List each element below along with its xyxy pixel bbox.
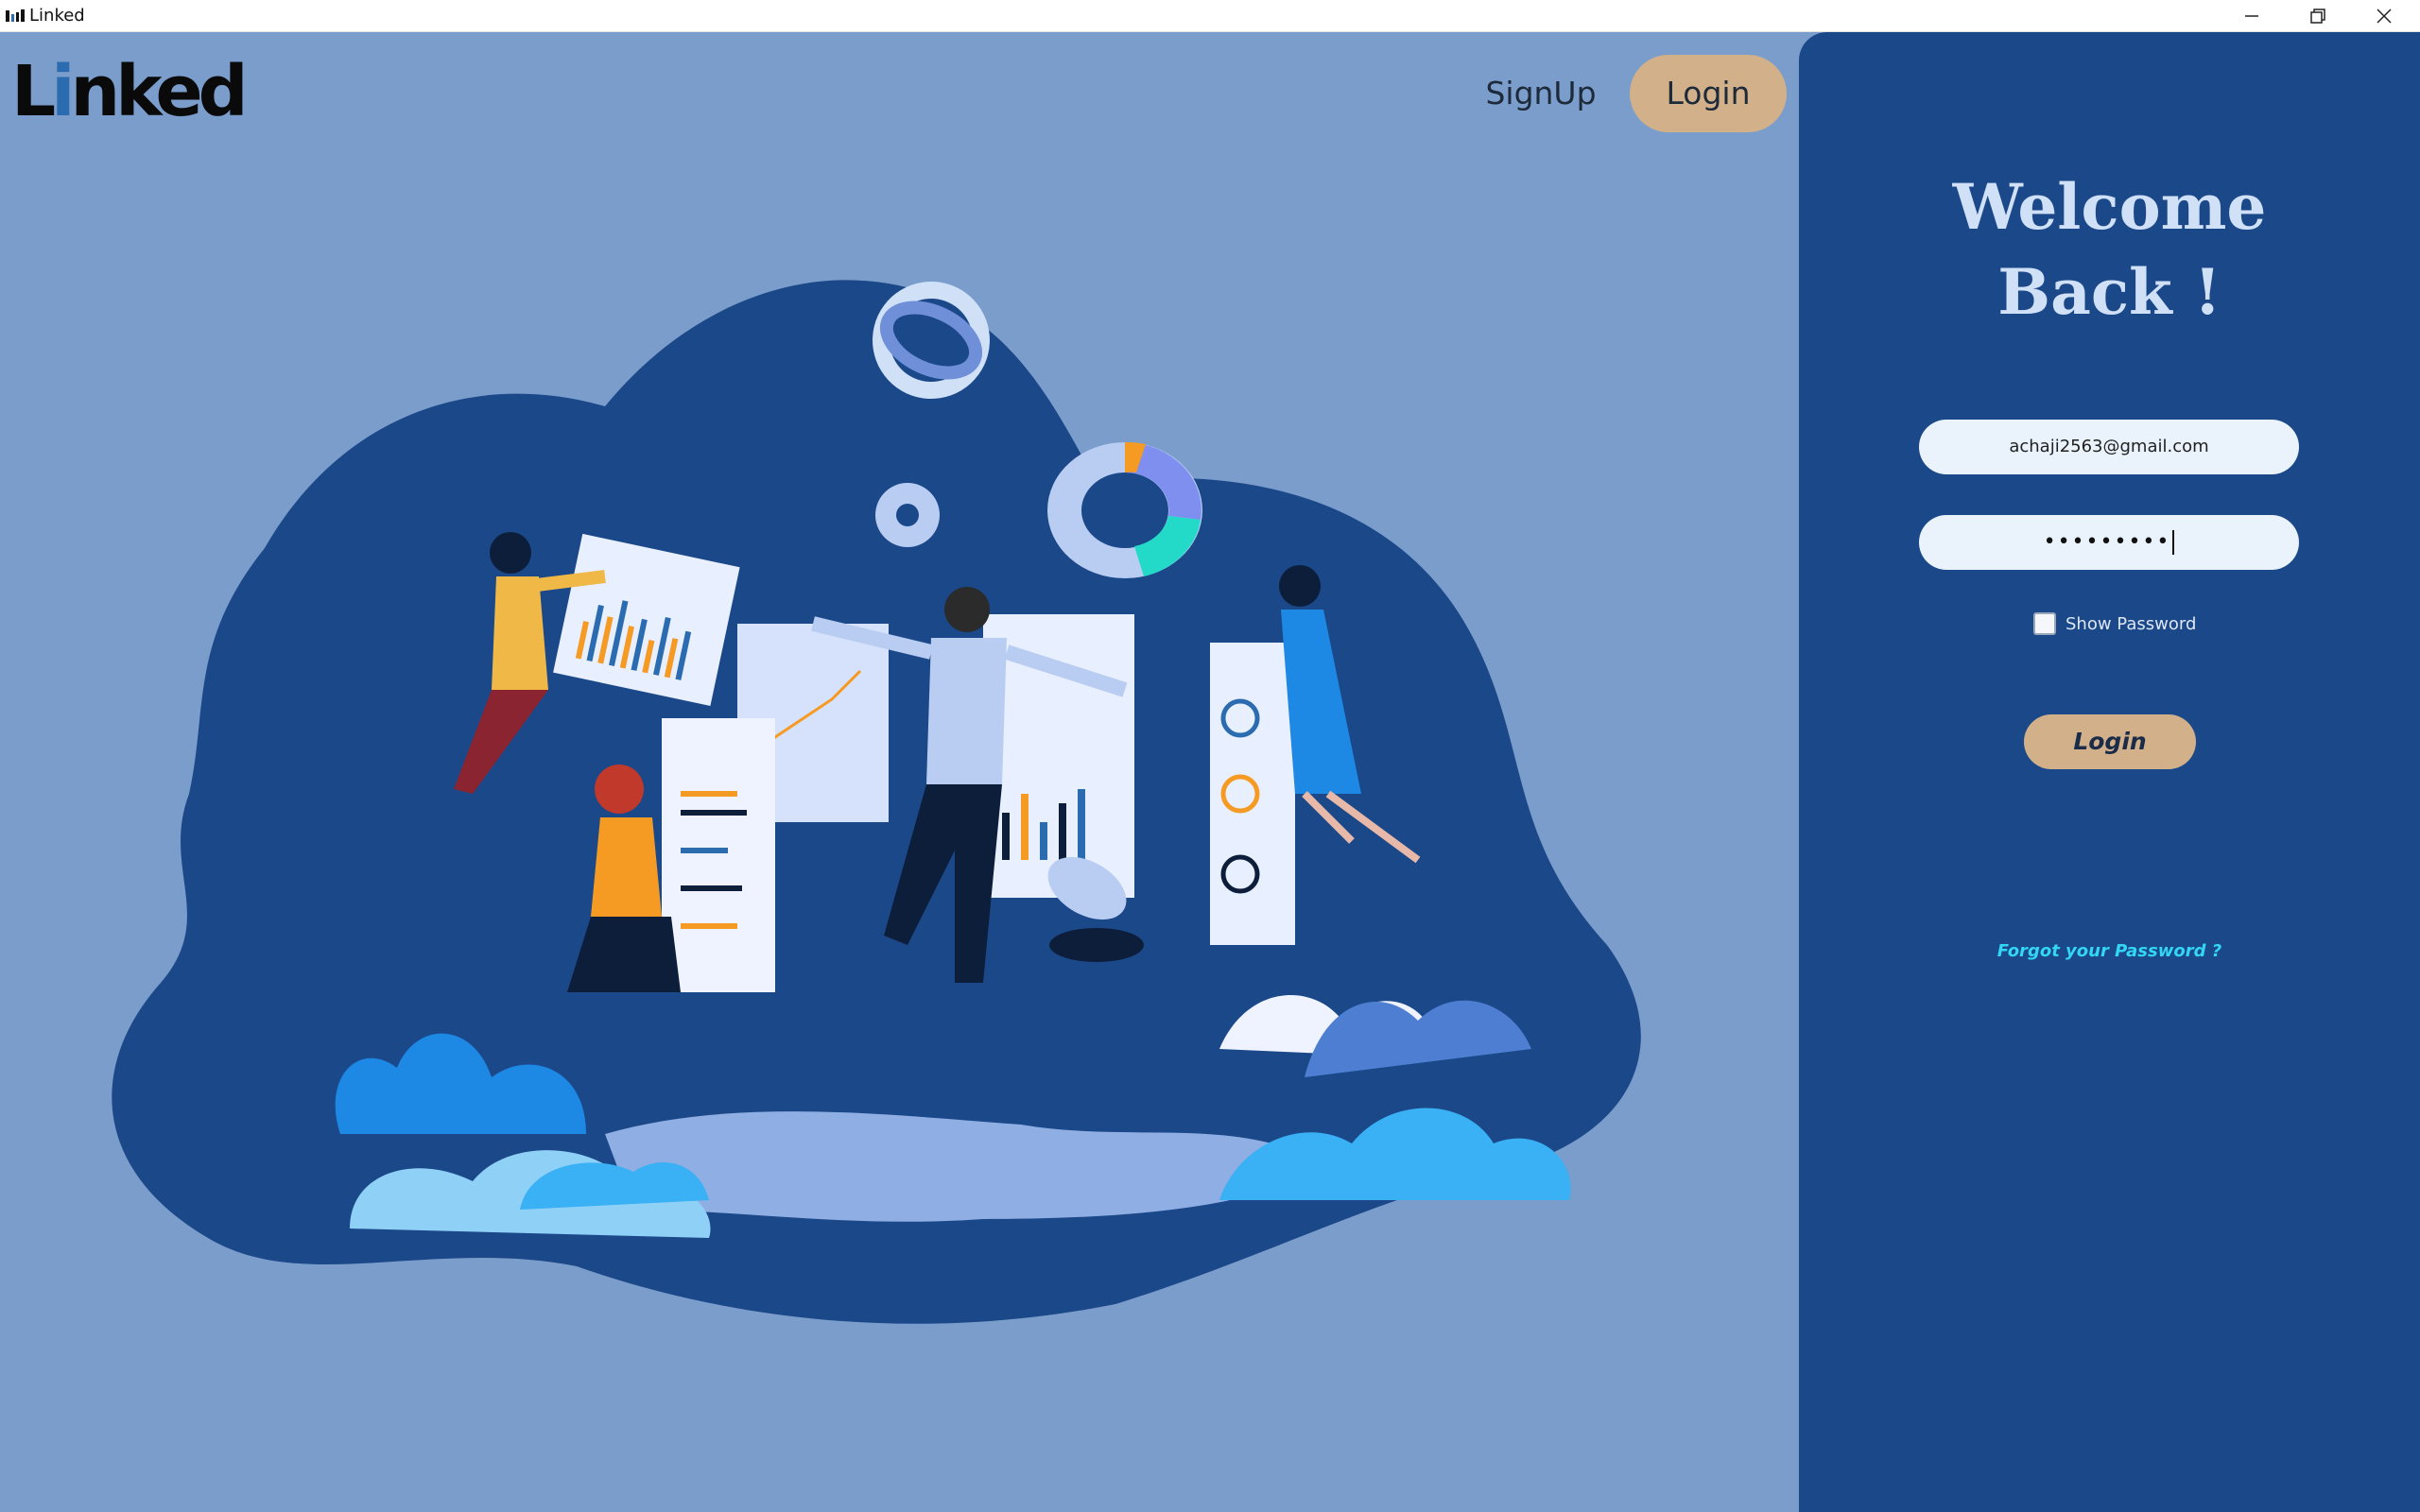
team-analytics-illustration [112, 280, 1641, 1324]
app-icon [6, 9, 25, 22]
restore-button[interactable] [2285, 0, 2351, 32]
welcome-heading: Welcome Back ! [1799, 164, 2420, 335]
floating-disc [1049, 928, 1144, 962]
minimize-button[interactable] [2219, 0, 2285, 32]
login-nav-button[interactable]: Login [1630, 55, 1787, 132]
show-password-toggle[interactable]: Show Password [2033, 610, 2196, 637]
show-password-checkbox[interactable] [2033, 612, 2056, 635]
logo-rest: nked [70, 51, 249, 132]
window-title: Linked [29, 6, 85, 26]
show-password-label: Show Password [2066, 613, 2197, 634]
close-button[interactable] [2351, 0, 2417, 32]
login-button[interactable]: Login [2024, 714, 2196, 769]
logo-letter-l: L [11, 51, 56, 132]
title-bar: Linked [0, 0, 2420, 32]
close-icon [2377, 9, 2392, 24]
minimize-icon [2245, 15, 2258, 17]
signup-nav-button[interactable]: SignUp [1475, 68, 1607, 119]
brand-logo: Linked [11, 49, 249, 134]
small-gear-icon [875, 483, 940, 547]
logo-letter-i: i [51, 51, 75, 132]
password-mask: ••••••••• [2043, 530, 2171, 554]
donut-chart-icon [1047, 441, 1202, 578]
forgot-password-link[interactable]: Forgot your Password ? [1799, 941, 2420, 961]
welcome-line-2: Back ! [1997, 255, 2221, 329]
text-caret [2172, 530, 2175, 555]
email-field[interactable]: achaji2563@gmail.com [1919, 420, 2299, 474]
login-panel: Welcome Back ! achaji2563@gmail.com ••••… [1799, 32, 2420, 1512]
report-panel [662, 718, 775, 992]
password-field[interactable]: ••••••••• [1919, 515, 2299, 570]
welcome-line-1: Welcome [1952, 170, 2267, 244]
restore-icon [2310, 9, 2325, 24]
